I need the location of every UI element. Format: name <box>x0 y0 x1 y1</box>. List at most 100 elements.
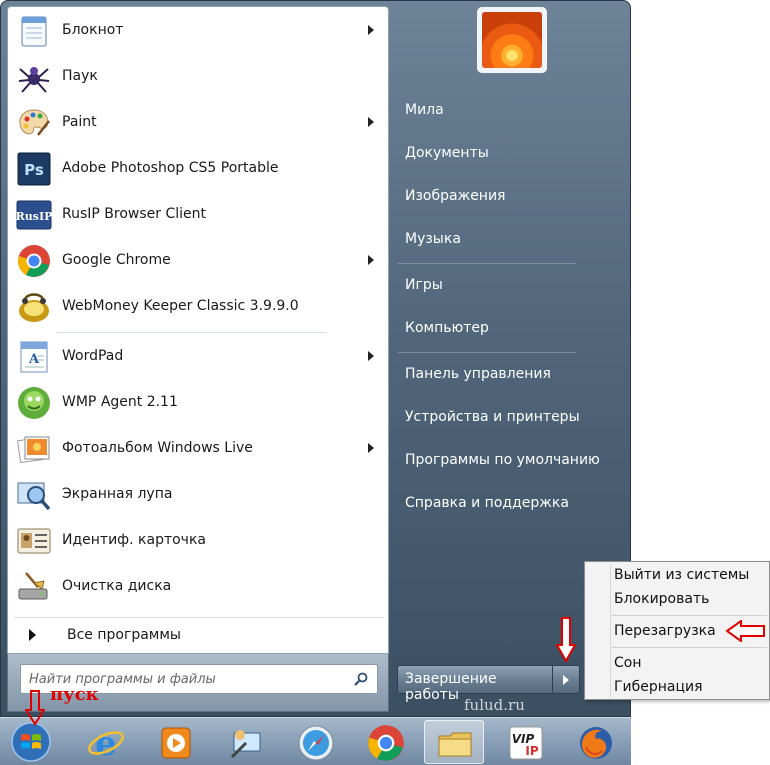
programs-pane: Блокнот Паук Paint Ps Adobe Photoshop CS… <box>7 6 389 654</box>
program-label: Паук <box>62 68 98 84</box>
program-item-webmoney[interactable]: WebMoney Keeper Classic 3.9.9.0 <box>10 285 386 329</box>
taskbar-remote-desktop[interactable] <box>216 720 276 764</box>
webmoney-icon <box>19 293 49 322</box>
taskbar-media-player[interactable] <box>146 720 206 764</box>
ip-icon-text: IP <box>525 744 538 758</box>
flower-picture-icon <box>482 12 542 68</box>
shutdown-options-button[interactable] <box>553 665 580 694</box>
program-label: Экранная лупа <box>62 486 173 502</box>
wordpad-icon: A <box>20 341 48 373</box>
id-card-icon <box>17 528 51 554</box>
submenu-arrow-icon[interactable] <box>368 25 374 35</box>
spider-solitaire-icon <box>18 67 50 93</box>
menu-separator <box>612 615 767 616</box>
menu-item-logoff[interactable]: Выйти из системы <box>614 567 749 583</box>
program-item-id-card[interactable]: Идентиф. карточка <box>10 519 386 563</box>
start-button[interactable] <box>4 720 64 764</box>
taskbar: e VIP IP <box>0 717 631 765</box>
link-music[interactable]: Музыка <box>405 231 461 247</box>
internet-explorer-icon: e <box>88 724 124 763</box>
disk-cleanup-icon <box>18 572 48 600</box>
taskbar-chrome[interactable] <box>356 720 416 764</box>
program-label: Фотоальбом Windows Live <box>62 440 253 456</box>
start-annotation-label: пуск <box>50 684 99 705</box>
submenu-arrow-icon[interactable] <box>368 351 374 361</box>
remote-desktop-icon <box>230 730 261 759</box>
submenu-arrow-icon[interactable] <box>368 443 374 453</box>
menu-separator <box>612 647 767 648</box>
link-games[interactable]: Игры <box>405 277 443 293</box>
chrome-icon <box>368 725 404 761</box>
annotation-arrow-left-icon <box>726 620 765 642</box>
program-item-photoshop[interactable]: Ps Adobe Photoshop CS5 Portable <box>10 147 386 191</box>
program-item-magnifier[interactable]: Экранная лупа <box>10 473 386 517</box>
photo-gallery-icon <box>17 436 50 464</box>
shutdown-button[interactable]: Завершение работы <box>397 665 553 703</box>
svg-text:e: e <box>95 724 117 763</box>
search-icon[interactable] <box>354 672 368 686</box>
link-documents[interactable]: Документы <box>405 145 489 161</box>
program-item-rusip[interactable]: RusIP RusIP Browser Client <box>10 193 386 237</box>
program-label: WordPad <box>62 348 124 364</box>
expand-arrow-icon <box>29 629 36 641</box>
media-player-icon <box>161 727 191 759</box>
windows-start-icon <box>11 722 51 762</box>
rusip-icon: RusIP <box>16 200 52 230</box>
link-control-panel[interactable]: Панель управления <box>405 366 551 382</box>
vip-ip-icon: VIP IP <box>509 726 543 760</box>
submenu-arrow-icon[interactable] <box>368 117 374 127</box>
user-avatar[interactable] <box>476 6 548 74</box>
taskbar-explorer[interactable] <box>424 720 484 764</box>
link-pictures[interactable]: Изображения <box>405 188 505 204</box>
chevron-right-icon <box>563 675 569 685</box>
taskbar-firefox[interactable] <box>566 720 626 764</box>
program-label: RusIP Browser Client <box>62 206 206 222</box>
program-label: Google Chrome <box>62 252 171 268</box>
program-item-wordpad[interactable]: A WordPad <box>10 335 386 379</box>
program-item-disk-cleanup[interactable]: Очистка диска <box>10 565 386 609</box>
menu-item-hibernate[interactable]: Гибернация <box>614 679 703 695</box>
all-programs-separator <box>14 617 384 618</box>
rusip-icon-text: RusIP <box>16 210 52 223</box>
program-item-notepad[interactable]: Блокнот <box>10 9 386 53</box>
program-item-chrome[interactable]: Google Chrome <box>10 239 386 283</box>
link-user[interactable]: Мила <box>405 102 444 118</box>
program-label: Идентиф. карточка <box>62 532 206 548</box>
photoshop-icon: Ps <box>17 152 51 186</box>
program-item-photo-gallery[interactable]: Фотоальбом Windows Live <box>10 427 386 471</box>
link-devices-printers[interactable]: Устройства и принтеры <box>405 409 580 425</box>
taskbar-internet-explorer[interactable]: e <box>76 720 136 764</box>
all-programs-label: Все программы <box>67 627 181 643</box>
paint-palette-icon <box>19 109 50 136</box>
firefox-icon <box>580 727 612 759</box>
watermark: fulud.ru <box>464 696 525 714</box>
link-computer[interactable]: Компьютер <box>405 320 489 336</box>
program-label: Adobe Photoshop CS5 Portable <box>62 160 279 176</box>
menu-item-sleep[interactable]: Сон <box>614 655 642 671</box>
chrome-icon <box>18 245 50 277</box>
magnifier-icon <box>17 482 51 511</box>
all-programs-button[interactable]: Все программы <box>10 621 386 649</box>
menu-item-restart[interactable]: Перезагрузка <box>614 623 716 639</box>
annotation-arrow-down-icon <box>556 617 576 663</box>
link-help-support[interactable]: Справка и поддержка <box>405 495 569 511</box>
program-label: WMP Agent 2.11 <box>62 394 178 410</box>
safari-icon <box>298 725 334 761</box>
wmp-agent-icon <box>18 387 50 419</box>
taskbar-vip-ip[interactable]: VIP IP <box>496 720 556 764</box>
program-label: Paint <box>62 114 97 130</box>
right-separator <box>398 352 576 353</box>
right-separator <box>398 263 576 264</box>
taskbar-safari[interactable] <box>286 720 346 764</box>
menu-item-lock[interactable]: Блокировать <box>614 591 709 607</box>
photoshop-icon-text: Ps <box>24 161 44 179</box>
program-label: Блокнот <box>62 22 124 38</box>
menu-gutter <box>610 564 611 697</box>
program-item-wmp-agent[interactable]: WMP Agent 2.11 <box>10 381 386 425</box>
submenu-arrow-icon[interactable] <box>368 255 374 265</box>
folder-icon <box>438 732 472 757</box>
program-label: Очистка диска <box>62 578 172 594</box>
program-item-spider[interactable]: Паук <box>10 55 386 99</box>
link-default-programs[interactable]: Программы по умолчанию <box>405 452 600 468</box>
program-item-paint[interactable]: Paint <box>10 101 386 145</box>
